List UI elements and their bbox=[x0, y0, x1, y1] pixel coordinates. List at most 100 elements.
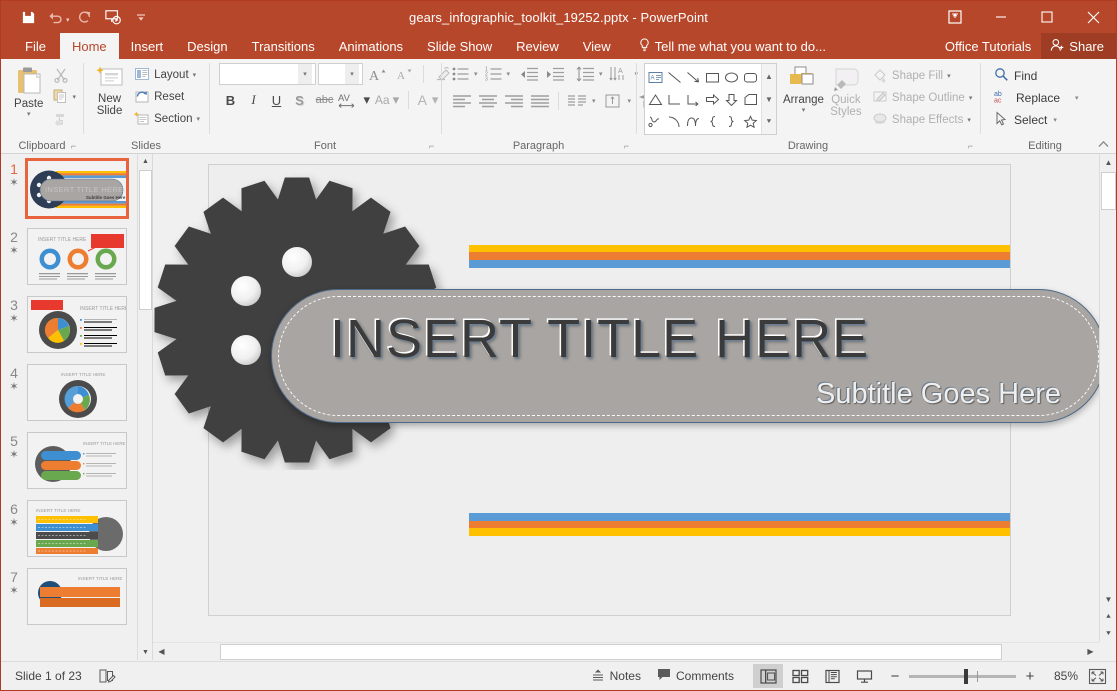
shape-outline-button[interactable]: Shape Outline ▾ bbox=[868, 87, 976, 109]
copy-dropdown-icon[interactable]: ▾ bbox=[72, 93, 76, 101]
redo-icon[interactable] bbox=[72, 5, 98, 29]
slide-thumbnail-7[interactable]: 7 ✶ INSERT TITLE HERE bbox=[1, 568, 152, 625]
tab-view[interactable]: View bbox=[571, 33, 623, 59]
bullets-icon[interactable] bbox=[449, 63, 473, 85]
slide-canvas-pane[interactable]: INSERT TITLE HERE Subtitle Goes Here ▲ ▼… bbox=[153, 154, 1116, 660]
align-right-icon[interactable] bbox=[501, 90, 527, 112]
justify-icon[interactable] bbox=[527, 90, 553, 112]
shape-fill-dropdown-icon[interactable]: ▾ bbox=[947, 72, 951, 80]
shape-effects-dropdown-icon[interactable]: ▾ bbox=[967, 116, 971, 124]
layout-dropdown-icon[interactable]: ▾ bbox=[193, 71, 197, 79]
font-name-dropdown-icon[interactable]: ▾ bbox=[298, 64, 312, 84]
align-text-icon[interactable] bbox=[600, 90, 626, 112]
paste-button[interactable]: Paste ▾ bbox=[7, 63, 50, 118]
scroll-down-icon[interactable]: ▼ bbox=[1100, 591, 1116, 608]
zoom-slider-handle[interactable] bbox=[964, 669, 968, 684]
slide-thumbnail-pane[interactable]: 1 ✶ bbox=[1, 154, 153, 660]
shape-right-arrow-icon[interactable] bbox=[703, 88, 722, 110]
shapes-gallery[interactable]: A bbox=[644, 63, 777, 135]
shape-isosceles-triangle-icon[interactable] bbox=[646, 88, 665, 110]
next-slide-icon[interactable]: ⯆ bbox=[1100, 625, 1116, 642]
previous-slide-icon[interactable]: ⯅ bbox=[1100, 608, 1116, 625]
shape-fill-button[interactable]: Shape Fill ▾ bbox=[868, 65, 976, 87]
canvas-horizontal-scrollbar[interactable]: ◀ ▶ bbox=[153, 642, 1099, 660]
slide-thumbnail-image[interactable]: INSERT TITLE HERE bbox=[27, 364, 127, 421]
font-size-combo[interactable]: ▾ bbox=[318, 63, 363, 85]
shape-rounded-rectangle-icon[interactable] bbox=[741, 66, 760, 88]
align-left-icon[interactable] bbox=[449, 90, 475, 112]
shape-down-arrow-icon[interactable] bbox=[722, 88, 741, 110]
tell-me-search[interactable]: Tell me what you want to do... bbox=[639, 33, 826, 59]
shape-curve-icon[interactable] bbox=[684, 110, 703, 132]
notes-page-icon[interactable] bbox=[90, 664, 124, 688]
horizontal-scrollbar-thumb[interactable] bbox=[220, 644, 1002, 660]
underline-button[interactable]: U bbox=[265, 89, 288, 111]
strikethrough-button[interactable]: abc bbox=[311, 89, 338, 111]
shape-oval-icon[interactable] bbox=[722, 66, 741, 88]
find-button[interactable]: Find bbox=[992, 65, 1085, 87]
align-text-dropdown-icon[interactable]: ▾ bbox=[628, 97, 632, 105]
close-icon[interactable] bbox=[1070, 1, 1116, 33]
notes-button[interactable]: Notes bbox=[583, 664, 649, 688]
canvas-vertical-scrollbar[interactable]: ▲ ▼ ⯅ ⯆ bbox=[1099, 154, 1116, 642]
thumbnail-scroll-down-icon[interactable]: ▼ bbox=[138, 645, 153, 660]
reading-view-button[interactable] bbox=[817, 664, 847, 688]
slide-counter[interactable]: Slide 1 of 23 bbox=[7, 664, 90, 688]
shape-line-icon[interactable] bbox=[665, 66, 684, 88]
shape-outline-dropdown-icon[interactable]: ▾ bbox=[969, 94, 973, 102]
slide-title-text[interactable]: INSERT TITLE HERE bbox=[330, 308, 869, 370]
slide-thumbnail-image[interactable]: INSERT TITLE HERE bbox=[27, 568, 127, 625]
shape-pentagon-tag-icon[interactable] bbox=[741, 88, 760, 110]
shape-elbow-connector-icon[interactable] bbox=[665, 88, 684, 110]
shape-left-brace-icon[interactable] bbox=[703, 110, 722, 132]
title-placeholder[interactable]: INSERT TITLE HERE Subtitle Goes Here bbox=[271, 289, 1106, 423]
scroll-right-icon[interactable]: ▶ bbox=[1082, 643, 1099, 660]
copy-button[interactable]: ▾ bbox=[50, 86, 78, 108]
slide-show-button[interactable] bbox=[849, 664, 879, 688]
shapes-scroll-up-icon[interactable]: ▲ bbox=[765, 66, 773, 86]
decrease-font-size-icon[interactable]: A bbox=[392, 63, 417, 85]
shape-elbow-arrow-connector-icon[interactable] bbox=[684, 88, 703, 110]
vertical-scrollbar-thumb[interactable] bbox=[1101, 172, 1116, 210]
maximize-icon[interactable] bbox=[1024, 1, 1070, 33]
zoom-slider[interactable] bbox=[909, 675, 1016, 678]
paragraph-dialog-launcher-icon[interactable]: ⌐ bbox=[621, 141, 632, 152]
clipboard-dialog-launcher-icon[interactable]: ⌐ bbox=[68, 141, 79, 152]
scroll-up-icon[interactable]: ▲ bbox=[1100, 154, 1116, 171]
decrease-indent-icon[interactable] bbox=[516, 63, 542, 85]
slide-thumbnail-image[interactable]: INSERT TITLE HERE bbox=[27, 296, 127, 353]
share-button[interactable]: Share bbox=[1041, 33, 1116, 59]
font-color-button[interactable]: A ▾ bbox=[413, 89, 443, 111]
replace-dropdown-icon[interactable]: ▾ bbox=[1075, 94, 1079, 102]
scroll-left-icon[interactable]: ◀ bbox=[153, 643, 170, 660]
account-name[interactable]: Office Tutorials bbox=[935, 39, 1041, 54]
shape-effects-button[interactable]: Shape Effects ▾ bbox=[868, 109, 976, 131]
section-dropdown-icon[interactable]: ▾ bbox=[196, 115, 200, 123]
ribbon-display-options-icon[interactable] bbox=[932, 1, 978, 33]
increase-indent-icon[interactable] bbox=[542, 63, 568, 85]
tab-slide-show[interactable]: Slide Show bbox=[415, 33, 504, 59]
shapes-scroll-down-icon[interactable]: ▼ bbox=[765, 89, 773, 109]
shape-rectangle-icon[interactable] bbox=[703, 66, 722, 88]
font-name-combo[interactable]: ▾ bbox=[219, 63, 316, 85]
shapes-gallery-scrollbar[interactable]: ▲ ▼ ⯆ bbox=[761, 64, 776, 134]
replace-button[interactable]: abac Replace ▾ bbox=[992, 87, 1085, 109]
columns-dropdown-icon[interactable]: ▾ bbox=[592, 97, 596, 105]
slide-subtitle-text[interactable]: Subtitle Goes Here bbox=[816, 378, 1061, 411]
current-slide[interactable]: INSERT TITLE HERE Subtitle Goes Here bbox=[208, 164, 1011, 616]
slide-thumbnail-2[interactable]: 2 ✶ INSERT TITLE HERE bbox=[1, 228, 152, 285]
arrange-dropdown-icon[interactable]: ▾ bbox=[802, 107, 806, 114]
arrange-button[interactable]: Arrange ▾ bbox=[783, 63, 824, 114]
text-direction-icon[interactable]: A bbox=[607, 63, 633, 85]
tab-file[interactable]: File bbox=[11, 33, 60, 59]
columns-icon[interactable] bbox=[564, 90, 590, 112]
customize-quick-access-toolbar-icon[interactable] bbox=[128, 5, 154, 29]
slide-sorter-view-button[interactable] bbox=[785, 664, 815, 688]
slide-thumbnail-1[interactable]: 1 ✶ bbox=[1, 160, 152, 217]
slide-thumbnail-image[interactable]: INSERT TITLE HERE bbox=[27, 432, 127, 489]
shape-line-arrow-icon[interactable] bbox=[684, 66, 703, 88]
slide-thumbnail-6[interactable]: 6 ✶ INSERT TITLE HERE bbox=[1, 500, 152, 557]
thumbnail-scroll-up-icon[interactable]: ▲ bbox=[138, 154, 153, 169]
slide-thumbnail-image[interactable]: INSERT TITLE HERE bbox=[27, 228, 127, 285]
line-spacing-dropdown-icon[interactable]: ▾ bbox=[599, 70, 603, 78]
